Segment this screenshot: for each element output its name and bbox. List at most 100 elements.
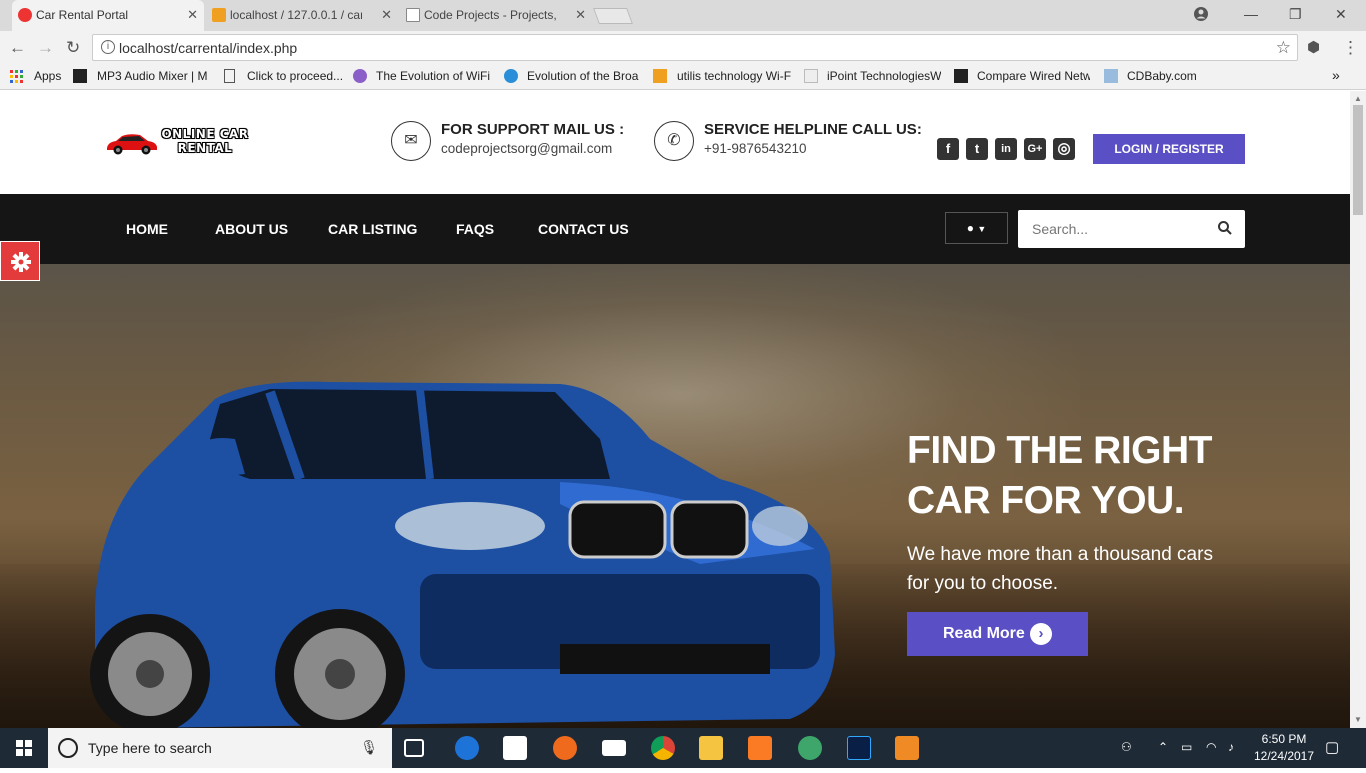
nav-car-listing[interactable]: CAR LISTING — [328, 221, 417, 237]
people-icon[interactable]: ⚇ — [1121, 740, 1132, 754]
new-tab-button[interactable] — [593, 8, 633, 24]
menu-icon[interactable]: ⋮ — [1342, 38, 1359, 58]
bookmark-star-icon[interactable]: ☆ — [1276, 38, 1291, 58]
scroll-up-icon[interactable]: ▲ — [1354, 94, 1362, 103]
battery-icon[interactable]: ▭ — [1181, 740, 1192, 754]
taskbar-clock[interactable]: 6:50 PM 12/24/2017 — [1250, 731, 1318, 765]
hero-banner: FIND THE RIGHT CAR FOR YOU. We have more… — [0, 264, 1350, 728]
chrome-icon[interactable] — [651, 736, 675, 760]
bookmark-label: MP3 Audio Mixer | M — [97, 69, 208, 83]
bookmark-label: Compare Wired Netw — [977, 69, 1090, 83]
hero-headline-line-2: CAR FOR YOU. — [907, 479, 1185, 522]
tab-close-icon[interactable]: ✕ — [381, 7, 392, 23]
tab-favicon-icon — [212, 8, 226, 22]
gear-icon — [11, 252, 31, 272]
phone-icon: ✆ — [654, 121, 694, 161]
tab-close-icon[interactable]: ✕ — [575, 7, 586, 23]
envelope-icon: ✉ — [391, 121, 431, 161]
site-logo[interactable]: ONLINE CAR RENTAL — [104, 127, 264, 161]
site-info-icon[interactable]: i — [101, 40, 115, 54]
tab-close-icon[interactable]: ✕ — [187, 7, 198, 23]
clock-time: 6:50 PM — [1261, 732, 1307, 746]
hero-headline-line-1: FIND THE RIGHT — [907, 429, 1212, 472]
twitter-icon[interactable]: t — [966, 138, 988, 160]
url-text: localhost/carrental/index.php — [119, 40, 298, 56]
logo-line-2: RENTAL — [177, 141, 233, 155]
bookmark-apps[interactable]: Apps — [10, 69, 70, 83]
firefox-icon[interactable] — [553, 736, 577, 760]
g-favicon-icon — [954, 69, 968, 83]
tab-favicon-icon — [18, 8, 32, 22]
cortana-icon — [58, 738, 78, 758]
restore-icon[interactable]: ❐ — [1289, 6, 1302, 23]
linkedin-icon[interactable]: in — [995, 138, 1017, 160]
search-icon[interactable] — [1217, 220, 1233, 236]
support-email[interactable]: codeprojectsorg@gmail.com — [441, 141, 612, 156]
atom-icon[interactable] — [798, 736, 822, 760]
bookmark-compare-wired[interactable]: Compare Wired Netw — [954, 69, 1090, 83]
scrollbar-thumb[interactable] — [1353, 105, 1363, 215]
microphone-icon[interactable]: 🎙 — [360, 739, 378, 756]
show-hidden-icons-icon[interactable]: ⌃ — [1158, 740, 1168, 754]
mail-icon[interactable] — [602, 740, 626, 756]
helpline-number[interactable]: +91-9876543210 — [704, 141, 806, 156]
back-icon[interactable]: ← — [9, 38, 26, 58]
chevron-right-icon: › — [1030, 623, 1052, 645]
extension-icon[interactable]: ⬢ — [1307, 38, 1320, 56]
car-logo-icon — [107, 134, 157, 155]
nav-contact-us[interactable]: CONTACT US — [538, 221, 629, 237]
bookmarks-overflow-icon[interactable]: » — [1332, 67, 1340, 83]
xampp-icon[interactable] — [748, 736, 772, 760]
tab-phpmyadmin[interactable]: localhost / 127.0.0.1 / car ✕ — [206, 0, 398, 31]
tab-code-projects[interactable]: Code Projects - Projects, ✕ — [400, 0, 592, 31]
read-more-button[interactable]: Read More › — [907, 612, 1088, 656]
reload-icon[interactable]: ↻ — [66, 38, 80, 58]
tab-label: localhost / 127.0.0.1 / car — [230, 8, 362, 22]
store-icon[interactable] — [503, 736, 527, 760]
bookmark-ipoint[interactable]: iPoint TechnologiesW — [804, 69, 941, 83]
user-dropdown[interactable]: ● ▼ — [945, 212, 1008, 244]
user-circle-icon: ● — [966, 221, 974, 235]
bookmark-utilis[interactable]: utilis technology Wi-F — [653, 69, 791, 83]
helpline-title: SERVICE HELPLINE CALL US: — [704, 121, 922, 138]
nav-home[interactable]: HOME — [126, 221, 168, 237]
hero-headline: FIND THE RIGHT CAR FOR YOU. — [907, 426, 1212, 526]
taskbar-search[interactable]: Type here to search 🎙 — [48, 728, 392, 768]
photoshop-icon[interactable] — [847, 736, 871, 760]
bookmark-evolution-broadband[interactable]: Evolution of the Broa — [504, 69, 639, 83]
address-bar[interactable]: i localhost/carrental/index.php ☆ — [92, 34, 1298, 61]
site-header: ONLINE CAR RENTAL ✉ FOR SUPPORT MAIL US … — [0, 91, 1350, 194]
bookmark-click-to-proceed[interactable]: Click to proceed... — [224, 69, 349, 83]
start-button[interactable] — [0, 728, 48, 768]
tab-car-rental-portal[interactable]: Car Rental Portal ✕ — [12, 0, 204, 31]
bookmark-mp3-audio-mixer[interactable]: MP3 Audio Mixer | M — [73, 69, 213, 83]
facebook-icon[interactable]: f — [937, 138, 959, 160]
read-more-label: Read More — [943, 625, 1025, 642]
minimize-icon[interactable]: — — [1244, 6, 1258, 22]
forward-icon[interactable]: → — [37, 38, 54, 58]
media-player-icon[interactable] — [895, 736, 919, 760]
close-window-icon[interactable]: ✕ — [1335, 6, 1347, 23]
browser-tab-strip: Car Rental Portal ✕ localhost / 127.0.0.… — [0, 0, 1366, 31]
instagram-icon[interactable]: ◎ — [1053, 138, 1075, 160]
bookmark-evolution-wifi[interactable]: The Evolution of WiFi — [353, 69, 493, 83]
settings-gear-button[interactable] — [0, 241, 40, 281]
volume-icon[interactable]: ♪ — [1228, 740, 1234, 754]
nav-faqs[interactable]: FAQS — [456, 221, 494, 237]
action-center-icon[interactable]: ▢ — [1325, 738, 1339, 756]
wifi-icon[interactable]: ◠ — [1206, 740, 1216, 754]
browser-toolbar: ← → ↻ i localhost/carrental/index.php ☆ … — [0, 31, 1366, 64]
scroll-down-icon[interactable]: ▼ — [1354, 715, 1362, 724]
profile-icon[interactable] — [1193, 6, 1209, 25]
search-input[interactable] — [1018, 210, 1208, 248]
edge-icon[interactable] — [455, 736, 479, 760]
page-scrollbar[interactable]: ▲ ▼ — [1350, 91, 1366, 728]
google-plus-icon[interactable]: G+ — [1024, 138, 1046, 160]
login-register-button[interactable]: LOGIN / REGISTER — [1093, 134, 1245, 164]
file-explorer-icon[interactable] — [699, 736, 723, 760]
bookmark-cdbaby[interactable]: CDBaby.com — [1104, 69, 1204, 83]
bookmark-favicon-icon — [73, 69, 87, 83]
task-view-icon[interactable] — [404, 739, 424, 757]
nav-about-us[interactable]: ABOUT US — [215, 221, 288, 237]
bookmark-label: Evolution of the Broa — [527, 69, 639, 83]
